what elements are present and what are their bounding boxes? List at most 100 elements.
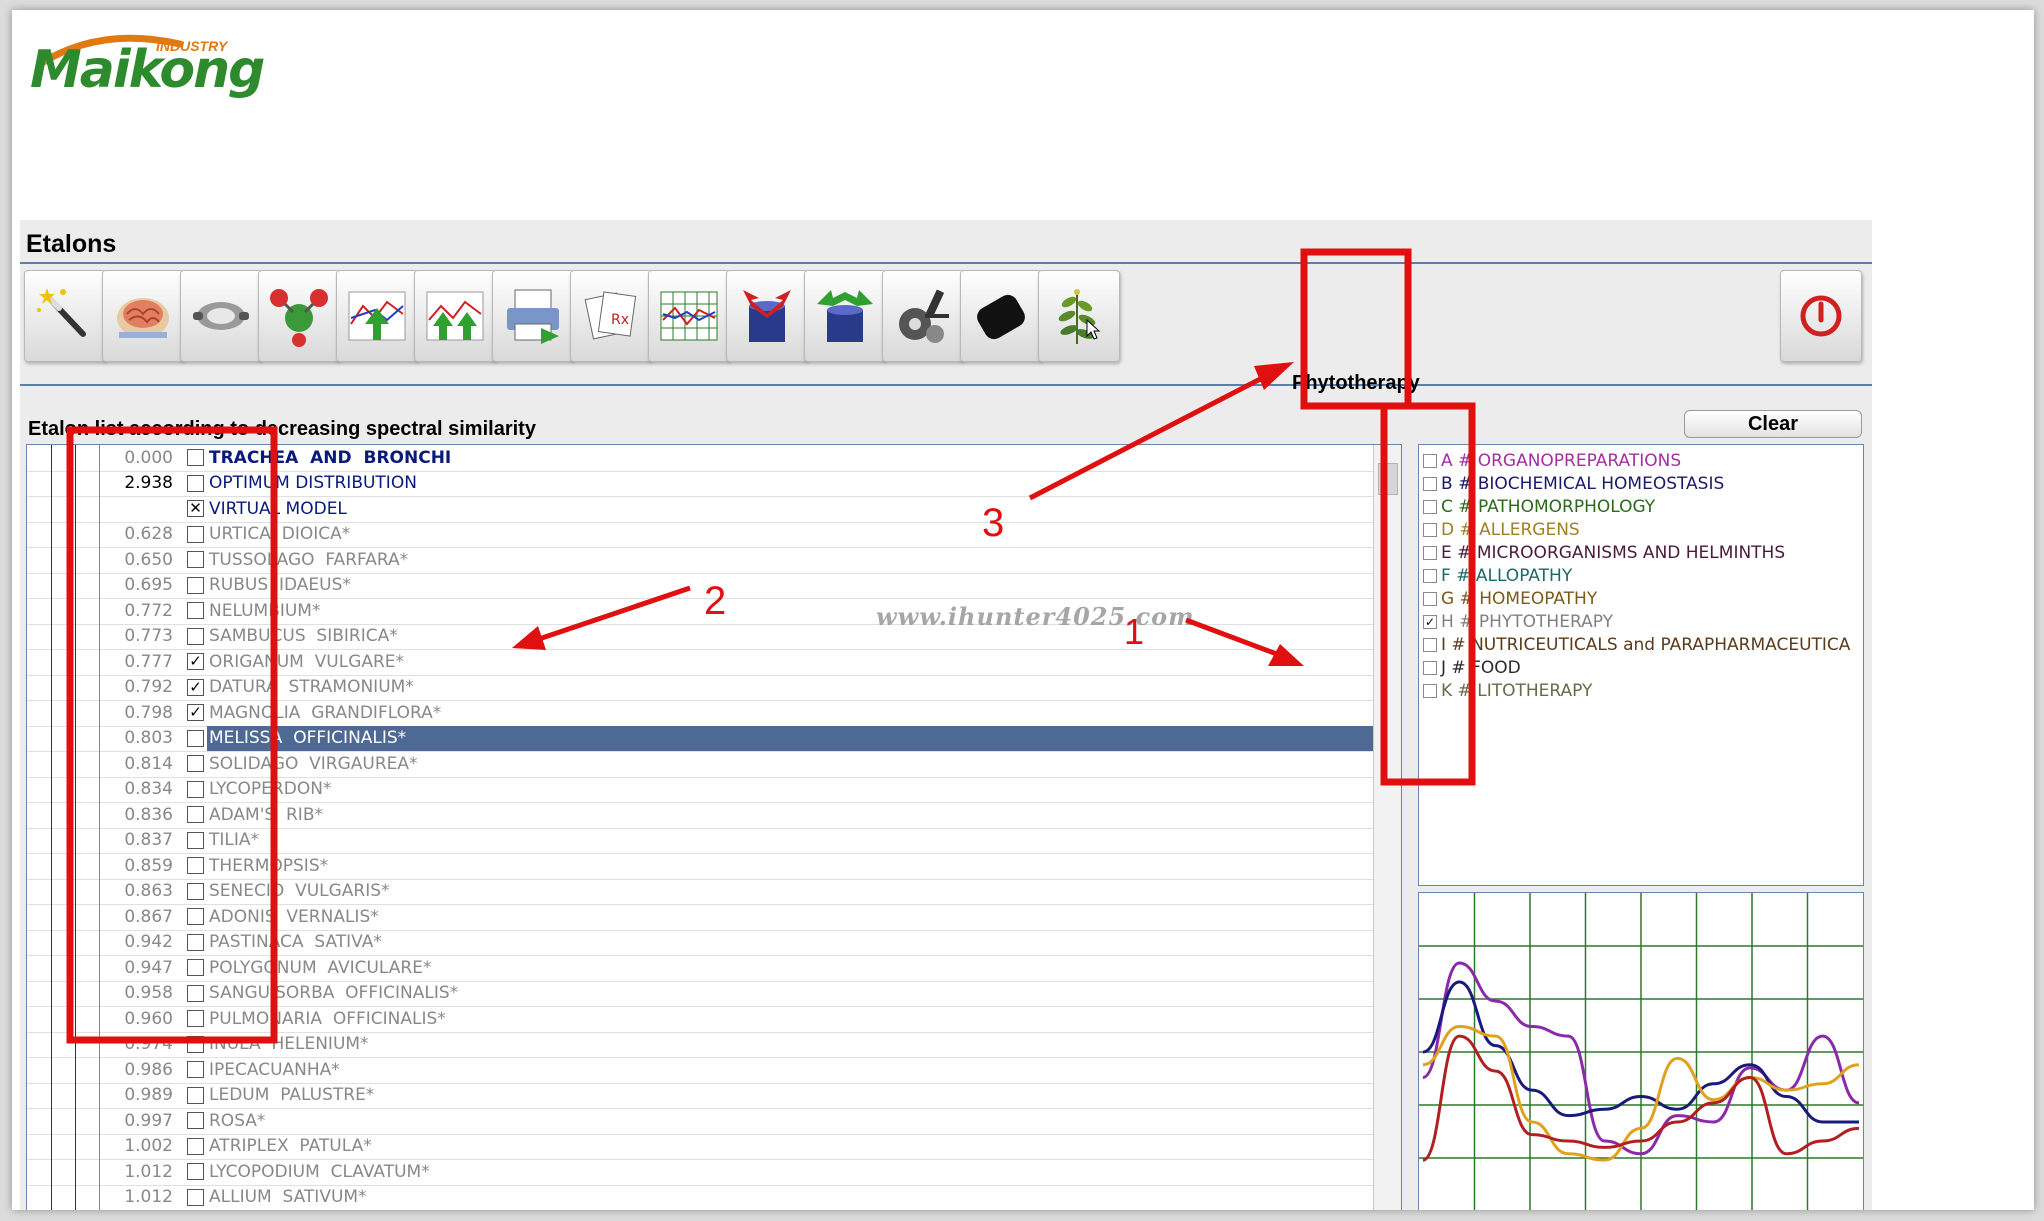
grid-chart-button[interactable]	[648, 270, 730, 362]
black-bag-button[interactable]	[960, 270, 1042, 362]
category-checkbox[interactable]	[1423, 454, 1437, 468]
row-checkbox[interactable]	[187, 1086, 204, 1104]
organ-button[interactable]	[180, 270, 262, 362]
scrollbar-thumb[interactable]	[1378, 463, 1398, 495]
list-scrollbar[interactable]	[1373, 445, 1401, 1210]
row-checkbox[interactable]	[187, 1061, 204, 1078]
phytotherapy-button[interactable]	[1038, 270, 1120, 362]
row-checkbox[interactable]	[187, 755, 204, 772]
list-row[interactable]: 0.867 ADONIS VERNALIS*	[27, 904, 1373, 931]
list-row[interactable]: 0.803 MELISSA OFFICINALIS*	[27, 725, 1401, 752]
row-checkbox[interactable]	[187, 602, 204, 619]
category-item-e[interactable]: E # MICROORGANISMS AND HELMINTHS	[1423, 541, 1785, 565]
row-checkbox[interactable]	[187, 857, 204, 874]
row-checkbox[interactable]	[187, 729, 204, 747]
gears-microscope-button[interactable]	[882, 270, 964, 362]
list-row[interactable]: 0.814 SOLIDAGO VIRGAUREA*	[27, 751, 1373, 778]
row-checkbox[interactable]: ✓	[187, 704, 204, 721]
documents-button[interactable]: Rx	[570, 270, 652, 362]
category-checkbox[interactable]	[1423, 500, 1437, 514]
brain-button[interactable]	[102, 270, 184, 362]
category-checkbox[interactable]	[1423, 546, 1437, 560]
category-item-b[interactable]: B # BIOCHEMICAL HOMEOSTASIS	[1423, 472, 1724, 496]
screenshot-frame: Maikong INDUSTRY Etalons Rx Phytotherapy…	[12, 10, 2034, 1210]
row-checkbox[interactable]	[187, 908, 204, 925]
category-item-h[interactable]: ✓ H # PHYTOTHERAPY	[1423, 610, 1613, 634]
row-checkbox[interactable]	[187, 1137, 204, 1155]
row-checkbox[interactable]	[187, 1112, 204, 1129]
row-checkbox[interactable]	[187, 1163, 204, 1180]
list-row[interactable]: 0.997 ROSA*	[27, 1108, 1373, 1135]
molecule-button[interactable]	[258, 270, 340, 362]
row-checkbox[interactable]	[187, 449, 204, 466]
category-item-j[interactable]: J # FOOD	[1423, 656, 1521, 680]
list-row[interactable]: 0.989 LEDUM PALUSTRE*	[27, 1082, 1373, 1109]
list-row[interactable]: ✕ VIRTUAL MODEL	[27, 496, 1373, 523]
list-row[interactable]: 0.947 POLYGONUM AVICULARE*	[27, 955, 1373, 982]
list-row[interactable]: 1.012 LYCOPODIUM CLAVATUM*	[27, 1159, 1373, 1186]
list-row[interactable]: 0.628 URTICA DIOICA*	[27, 521, 1373, 548]
category-checkbox[interactable]	[1423, 477, 1437, 491]
clear-button[interactable]: Clear	[1684, 410, 1862, 438]
row-checkbox[interactable]	[187, 882, 204, 900]
row-checkbox[interactable]	[187, 1035, 204, 1053]
list-row[interactable]: 0.942 PASTINACA SATIVA*	[27, 929, 1373, 956]
category-item-c[interactable]: C # PATHOMORPHOLOGY	[1423, 495, 1655, 519]
row-checkbox[interactable]	[187, 959, 204, 976]
list-row[interactable]: 0.863 SENECIO VULGARIS*	[27, 878, 1373, 905]
category-item-g[interactable]: G # HOMEOPATHY	[1423, 587, 1597, 611]
list-row[interactable]: 0.834 LYCOPERDON*	[27, 776, 1373, 803]
row-checkbox[interactable]	[187, 1188, 204, 1206]
container-down-button[interactable]	[726, 270, 808, 362]
list-row[interactable]: 0.792 ✓ DATURA STRAMONIUM*	[27, 674, 1373, 701]
category-checkbox[interactable]: ✓	[1423, 615, 1437, 629]
category-item-k[interactable]: K # LITOTHERAPY	[1423, 679, 1592, 703]
row-checkbox[interactable]	[187, 551, 204, 568]
power-button[interactable]	[1780, 270, 1862, 362]
category-checkbox[interactable]	[1423, 569, 1437, 583]
container-up-button[interactable]	[804, 270, 886, 362]
category-checkbox[interactable]	[1423, 523, 1437, 537]
category-checkbox[interactable]	[1423, 592, 1437, 606]
row-checkbox[interactable]: ✕	[187, 500, 204, 517]
list-row[interactable]: 0.958 SANGUISORBA OFFICINALIS*	[27, 980, 1373, 1007]
row-checkbox[interactable]: ✓	[187, 653, 204, 670]
row-cell	[27, 929, 52, 955]
row-checkbox[interactable]	[187, 984, 204, 1002]
list-row[interactable]: 0.986 IPECACUANHA*	[27, 1057, 1373, 1084]
spectrum-double-up-button[interactable]	[414, 270, 496, 362]
list-row[interactable]: 0.859 THERMOPSIS*	[27, 853, 1373, 880]
row-checkbox[interactable]	[187, 576, 204, 594]
spectrum-up-button[interactable]	[336, 270, 418, 362]
category-item-f[interactable]: F # ALLOPATHY	[1423, 564, 1572, 588]
row-checkbox[interactable]	[187, 474, 204, 492]
row-checkbox[interactable]	[187, 1010, 204, 1027]
print-button[interactable]	[492, 270, 574, 362]
category-item-d[interactable]: D # ALLERGENS	[1423, 518, 1580, 542]
row-checkbox[interactable]	[187, 933, 204, 951]
list-row[interactable]: 0.000 TRACHEA AND BRONCHI	[27, 445, 1373, 472]
list-row[interactable]: 0.974 INULA HELENIUM*	[27, 1031, 1373, 1058]
list-row[interactable]: 0.695 RUBUS IDAEUS*	[27, 572, 1373, 599]
list-row[interactable]: 0.650 TUSSOLAGO FARFARA*	[27, 547, 1373, 574]
category-item-i[interactable]: I # NUTRICEUTICALS and PARAPHARMACEUTICA	[1423, 633, 1850, 657]
list-row[interactable]: 0.798 ✓ MAGNOLIA GRANDIFLORA*	[27, 700, 1373, 727]
list-row[interactable]: 1.002 ATRIPLEX PATULA*	[27, 1133, 1373, 1160]
row-checkbox[interactable]	[187, 831, 204, 849]
list-row[interactable]: 0.837 TILIA*	[27, 827, 1373, 854]
list-row[interactable]: 0.777 ✓ ORIGANUM VULGARE*	[27, 649, 1373, 676]
category-checkbox[interactable]	[1423, 661, 1437, 675]
row-checkbox[interactable]	[187, 780, 204, 798]
category-checkbox[interactable]	[1423, 638, 1437, 652]
category-checkbox[interactable]	[1423, 684, 1437, 698]
list-row[interactable]: 1.012 ALLIUM SATIVUM*	[27, 1184, 1373, 1210]
row-checkbox[interactable]	[187, 806, 204, 823]
category-item-a[interactable]: A # ORGANOPREPARATIONS	[1423, 449, 1681, 473]
list-row[interactable]: 0.836 ADAM'S RIB*	[27, 802, 1373, 829]
row-checkbox[interactable]	[187, 525, 204, 543]
list-row[interactable]: 0.960 PULMONARIA OFFICINALIS*	[27, 1006, 1373, 1033]
list-row[interactable]: 2.938 OPTIMUM DISTRIBUTION	[27, 470, 1373, 497]
row-checkbox[interactable]: ✓	[187, 678, 204, 696]
row-checkbox[interactable]	[187, 627, 204, 645]
magic-wand-button[interactable]	[24, 270, 106, 362]
